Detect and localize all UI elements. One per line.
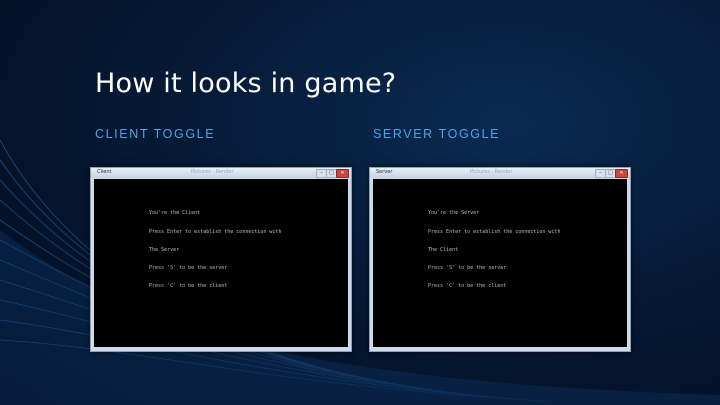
window-titlebar[interactable]: Client Pictures · Render – □ ✕ xyxy=(91,168,351,178)
slide-title: How it looks in game? xyxy=(95,68,397,99)
console-line: Press Enter to establish the connection … xyxy=(428,229,561,235)
console-line: Press 'S' to be the server xyxy=(428,265,507,271)
client-console-window: Client Pictures · Render – □ ✕ You're th… xyxy=(90,167,352,352)
console-line: Press 'C' to be the client xyxy=(149,283,228,289)
console-output: You're the Client Press Enter to establi… xyxy=(94,179,348,347)
server-toggle-heading: SERVER TOGGLE xyxy=(373,127,501,141)
window-caption: Pictures · Render xyxy=(470,169,513,175)
close-button[interactable]: ✕ xyxy=(336,169,349,178)
window-caption: Pictures · Render xyxy=(191,169,234,175)
window-titlebar[interactable]: Server Pictures · Render – □ ✕ xyxy=(370,168,630,178)
close-button[interactable]: ✕ xyxy=(615,169,628,178)
window-title: Client xyxy=(97,169,112,175)
console-line: Press Enter to establish the connection … xyxy=(149,229,282,235)
console-line: You're the Server xyxy=(428,210,480,216)
console-output: You're the Server Press Enter to establi… xyxy=(373,179,627,347)
console-line: The Server xyxy=(149,247,180,253)
server-console-window: Server Pictures · Render – □ ✕ You're th… xyxy=(369,167,631,352)
console-line: The Client xyxy=(428,247,459,253)
console-line: Press 'C' to be the client xyxy=(428,283,507,289)
window-title: Server xyxy=(376,169,393,175)
console-line: Press 'S' to be the server xyxy=(149,265,228,271)
client-toggle-heading: CLIENT TOGGLE xyxy=(95,127,216,141)
console-line: You're the Client xyxy=(149,210,201,216)
